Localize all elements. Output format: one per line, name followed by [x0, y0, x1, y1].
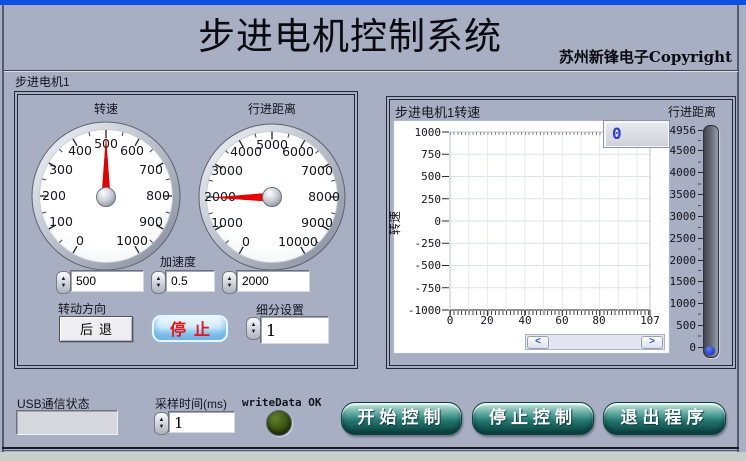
app-window: 步进电机控制系统 苏州新锋电子Copyright 步进电机1 转速 行进距离 0…: [0, 0, 746, 461]
gauge-tick-label: 700: [139, 162, 163, 177]
gauge-tick-label: 1000: [211, 215, 243, 230]
gauge-tick-label: 1000: [116, 233, 148, 248]
distance-spinner[interactable]: ▲ ▼: [222, 271, 237, 294]
slider-tick: 0: [658, 341, 703, 354]
subdiv-spinner[interactable]: ▲ ▼: [246, 317, 261, 340]
gauge-tick-label: 300: [49, 162, 73, 177]
spin-up-icon[interactable]: ▲: [159, 417, 165, 424]
speed-gauge-hub: [96, 187, 116, 207]
accel-input[interactable]: 0.5: [165, 270, 215, 292]
chart-title: 步进电机1转速: [395, 105, 481, 120]
spin-up-icon[interactable]: ▲: [61, 276, 67, 283]
gauge-tick-label: 0: [76, 233, 84, 248]
distance-input[interactable]: 2000: [236, 270, 310, 292]
spin-down-icon[interactable]: ▼: [156, 283, 162, 290]
y-tick: 750: [421, 148, 441, 161]
x-tick: 40: [518, 314, 532, 327]
x-tick: 0: [446, 314, 454, 327]
distance-slider-thumb[interactable]: [705, 346, 715, 355]
slider-tick: 3500: [658, 188, 703, 201]
chart-y-axis-label: 转速: [388, 210, 402, 235]
spin-down-icon[interactable]: ▼: [61, 283, 67, 290]
gauge-tick-label: 400: [68, 143, 92, 158]
gauge-tick-label: 600: [120, 143, 144, 158]
slider-tick: 3000: [658, 210, 703, 223]
subdiv-input[interactable]: 1: [260, 316, 329, 344]
slider-tick: 2500: [658, 232, 703, 245]
slider-tick: 1500: [658, 275, 703, 288]
write-data-led: [266, 410, 292, 436]
speed-spinner[interactable]: ▲ ▼: [56, 271, 71, 294]
slider-tick: 4500: [658, 144, 703, 157]
slider-tick: 1000: [658, 297, 703, 310]
y-tick: 250: [421, 193, 441, 206]
usb-status-field: [16, 410, 118, 435]
speed-gauge[interactable]: 0 100 200 300 400 500 600 700 800 900 10…: [31, 121, 181, 271]
accel-label: 加速度: [160, 255, 197, 269]
y-tick: -250: [414, 237, 442, 250]
spin-down-icon[interactable]: ▼: [227, 283, 233, 290]
speed-input[interactable]: 500: [70, 270, 144, 292]
gauge-tick-label: 900: [139, 214, 163, 229]
slider-tick: 4000: [658, 166, 703, 179]
stop-control-button[interactable]: 停止控制: [472, 402, 594, 435]
sample-time-label: 采样时间(ms): [155, 397, 227, 411]
spin-up-icon[interactable]: ▲: [251, 322, 257, 329]
sample-time-input[interactable]: 1: [168, 411, 235, 433]
spin-down-icon[interactable]: ▼: [251, 329, 257, 336]
write-data-label: writeData OK: [242, 396, 322, 409]
y-tick: 1000: [414, 126, 442, 139]
x-tick: 80: [592, 314, 606, 327]
gauge-tick-label: 800: [146, 188, 170, 203]
accel-spinner[interactable]: ▲ ▼: [151, 271, 166, 294]
scroll-right-icon: >: [649, 336, 655, 347]
y-tick: -750: [414, 282, 442, 295]
exit-program-button[interactable]: 退出程序: [603, 402, 726, 435]
x-tick: 20: [480, 314, 494, 327]
slider-tick: 2000: [658, 254, 703, 267]
stop-button[interactable]: 停止: [152, 315, 228, 342]
scroll-left-button[interactable]: <: [527, 336, 549, 349]
gauge-tick-label: 3000: [211, 163, 243, 178]
distance-slider-label: 行进距离: [668, 105, 717, 119]
gauge-tick-label: 10000: [278, 234, 318, 249]
direction-label: 转动方向: [58, 302, 107, 316]
gauge-tick-label: 0: [242, 234, 250, 249]
direction-button[interactable]: 后退: [59, 316, 133, 342]
gauge-tick-label: 200: [42, 188, 66, 203]
slider-minor-ticks: [698, 140, 701, 337]
distance-gauge-hub: [262, 187, 282, 207]
spin-down-icon[interactable]: ▼: [159, 424, 165, 431]
gauge-tick-label: 100: [49, 214, 73, 229]
sample-time-spinner[interactable]: ▲ ▼: [154, 412, 169, 435]
gauge-tick-label: 8000: [308, 189, 340, 204]
spin-up-icon[interactable]: ▲: [156, 276, 162, 283]
slider-tick: 4956: [658, 124, 703, 137]
scroll-left-icon: <: [535, 336, 541, 347]
gauge-tick-label: 9000: [301, 215, 333, 230]
x-tick: 60: [555, 314, 569, 327]
gauge-tick-label: 6000: [282, 144, 314, 159]
y-tick: 500: [421, 170, 441, 183]
y-tick: -500: [414, 259, 442, 272]
gauge-tick-label: 7000: [301, 163, 333, 178]
slider-tick: 500: [658, 319, 703, 332]
start-control-button[interactable]: 开始控制: [341, 402, 462, 435]
distance-gauge[interactable]: 0 1000 2000 3000 4000 5000 6000 7000 800…: [198, 123, 346, 271]
distance-slider-track[interactable]: [703, 125, 719, 358]
spin-up-icon[interactable]: ▲: [227, 276, 233, 283]
